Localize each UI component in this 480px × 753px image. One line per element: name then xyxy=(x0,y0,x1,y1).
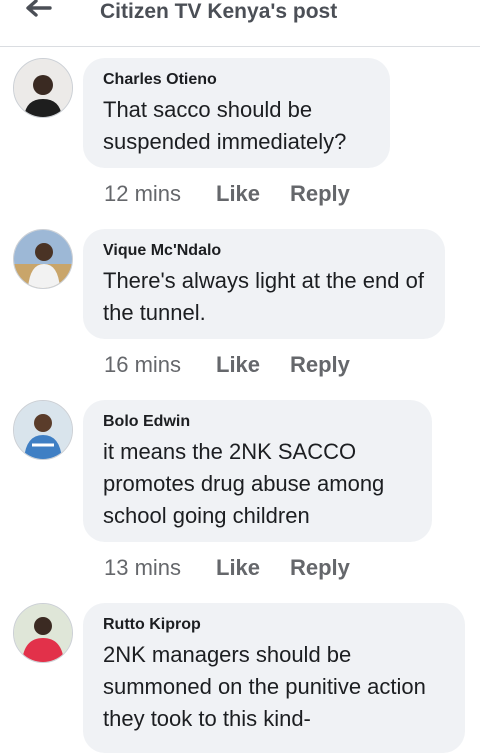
comment-author[interactable]: Bolo Edwin xyxy=(103,412,412,432)
avatar[interactable] xyxy=(13,229,73,289)
avatar-image xyxy=(14,230,72,288)
like-button[interactable]: Like xyxy=(216,555,290,581)
back-arrow-icon[interactable] xyxy=(22,0,52,20)
comment-bubble[interactable]: Charles Otieno That sacco should be susp… xyxy=(83,58,390,168)
reply-button[interactable]: Reply xyxy=(290,352,350,378)
comment-author[interactable]: Vique Mc'Ndalo xyxy=(103,241,425,261)
avatar-image xyxy=(14,401,72,459)
comment-actions: 12 mins Like Reply xyxy=(104,181,350,207)
comment-author[interactable]: Rutto Kiprop xyxy=(103,615,445,635)
comment-author[interactable]: Charles Otieno xyxy=(103,70,370,90)
like-button[interactable]: Like xyxy=(216,181,290,207)
comment-text: 2NK managers should be summoned on the p… xyxy=(103,642,426,731)
top-bar: Citizen TV Kenya's post xyxy=(0,0,480,47)
avatar-image xyxy=(14,59,72,117)
comment-text: There's always light at the end of the t… xyxy=(103,268,424,325)
comment-actions: 13 mins Like Reply xyxy=(104,555,350,581)
comment-text: it means the 2NK SACCO promotes drug abu… xyxy=(103,439,385,528)
comment-bubble[interactable]: Vique Mc'Ndalo There's always light at t… xyxy=(83,229,445,339)
avatar[interactable] xyxy=(13,400,73,460)
comment-actions: 16 mins Like Reply xyxy=(104,352,350,378)
comment-time: 13 mins xyxy=(104,555,182,580)
avatar-image xyxy=(14,604,72,662)
avatar[interactable] xyxy=(13,603,73,663)
comment-bubble[interactable]: Bolo Edwin it means the 2NK SACCO promot… xyxy=(83,400,432,542)
like-button[interactable]: Like xyxy=(216,352,290,378)
comment-text: That sacco should be suspended immediate… xyxy=(103,97,347,154)
comment-time: 12 mins xyxy=(104,181,182,206)
reply-button[interactable]: Reply xyxy=(290,181,350,207)
reply-button[interactable]: Reply xyxy=(290,555,350,581)
page-title: Citizen TV Kenya's post xyxy=(100,0,338,23)
comment-time: 16 mins xyxy=(104,352,182,377)
avatar[interactable] xyxy=(13,58,73,118)
comment-bubble[interactable]: Rutto Kiprop 2NK managers should be summ… xyxy=(83,603,465,753)
